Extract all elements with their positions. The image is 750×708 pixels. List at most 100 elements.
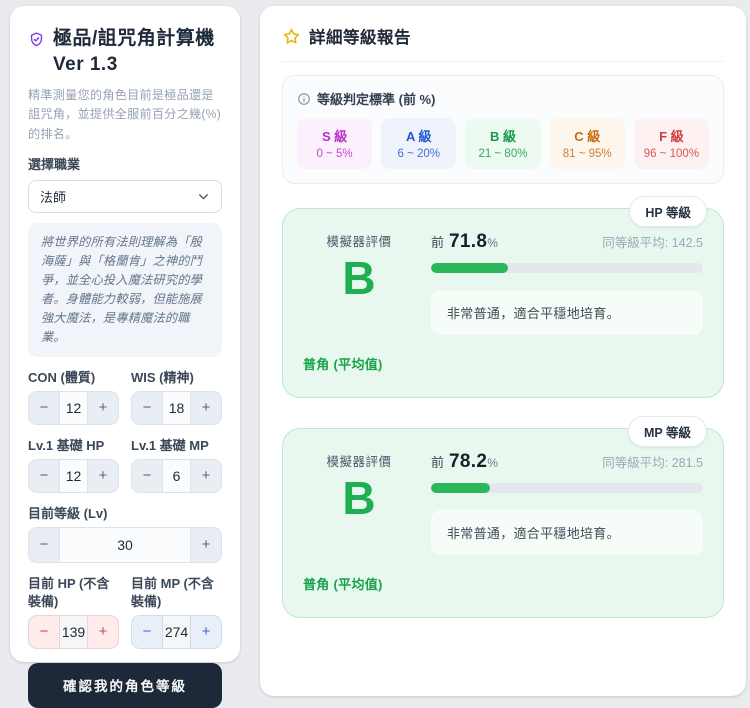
job-select-label: 選擇職業 [28, 156, 81, 172]
job-description: 將世界的所有法則理解為「殷海薩」與「格蘭肯」之神的鬥爭，並全心投入魔法研究的學者… [28, 222, 222, 357]
hp-progress-fill [431, 263, 508, 273]
mp-verdict: 普角 (平均值) [303, 577, 383, 592]
mp-progress-bar [431, 483, 703, 493]
current-mp-increment-button[interactable]: + [191, 615, 221, 648]
hp-message: 非常普通，適合平穩地培育。 [431, 290, 703, 335]
current-hp-label: 目前 HP (不含裝備) [28, 575, 110, 609]
con-decrement-button[interactable]: − [29, 391, 59, 424]
mp-percent-unit: % [487, 456, 498, 470]
hp-percent-value: 71.8 [449, 231, 488, 252]
hp-percent: 前 71.8% [431, 231, 498, 253]
hp-percent-unit: % [487, 236, 498, 250]
base-hp-decrement-button[interactable]: − [29, 459, 59, 492]
base-hp-increment-button[interactable]: + [88, 459, 118, 492]
level-label: 目前等級 (Lv) [28, 505, 108, 521]
grade-a-range: 6 ~ 20% [397, 148, 441, 160]
base-mp-field: Lv.1 基礎 MP − 6 + [131, 425, 222, 493]
current-hp-stepper: − 139 + [28, 614, 119, 649]
grade-legend: S 級 0 ~ 5% A 級 6 ~ 20% B 級 21 ~ 80% C 級 … [297, 118, 709, 169]
mp-peer-average: 同等級平均: 281.5 [602, 456, 703, 470]
hp-percent-prefix: 前 [431, 235, 445, 250]
base-hp-label: Lv.1 基礎 HP [28, 437, 105, 453]
wis-label: WIS (精神) [131, 369, 194, 385]
base-mp-stepper: − 6 + [131, 458, 222, 493]
current-mp-decrement-button[interactable]: − [132, 615, 162, 648]
base-mp-value[interactable]: 6 [163, 459, 190, 492]
level-stepper: − 30 + [28, 526, 222, 563]
level-increment-button[interactable]: + [191, 527, 221, 562]
app-description: 精準測量您的角色目前是極品還是詛咒角，並提供全服前百分之幾(%)的排名。 [28, 88, 221, 141]
criteria-title: 等級判定標準 (前 %) [317, 92, 436, 107]
report-title: 詳細等級報告 [309, 29, 411, 47]
report-panel: 詳細等級報告 等級判定標準 (前 %) S 級 0 ~ 5% A 級 6 ~ 2… [260, 6, 746, 696]
grade-badge-s: S 級 0 ~ 5% [297, 118, 373, 169]
grade-a-label: A 級 [406, 129, 432, 144]
mp-percent-value: 78.2 [449, 451, 488, 472]
hp-progress-bar [431, 263, 703, 273]
con-value[interactable]: 12 [60, 391, 87, 424]
app-title-line1: 極品/詛咒角計算機 [53, 28, 215, 49]
confirm-grade-button[interactable]: 確認我的角色等級 [28, 662, 222, 708]
chevron-down-icon [199, 194, 208, 200]
current-mp-stepper: − 274 + [131, 614, 222, 649]
grade-c-range: 81 ~ 95% [562, 148, 612, 160]
grade-b-label: B 級 [489, 129, 516, 144]
mp-percent-prefix: 前 [431, 455, 445, 470]
app-title-line2: Ver 1.3 [53, 54, 118, 75]
hp-verdict: 普角 (平均值) [303, 357, 383, 372]
grade-c-label: C 級 [574, 129, 601, 144]
grade-badge-b: B 級 21 ~ 80% [465, 118, 541, 169]
job-select-value: 法師 [40, 189, 67, 205]
criteria-title-row: 等級判定標準 (前 %) [297, 89, 709, 108]
hp-card-badge: HP 等級 [629, 196, 707, 227]
mp-message: 非常普通，適合平穩地培育。 [431, 510, 703, 555]
calculator-panel: 極品/詛咒角計算機 Ver 1.3 精準測量您的角色目前是極品還是詛咒角，並提供… [10, 6, 240, 708]
divider [282, 61, 724, 62]
mp-progress-fill [431, 483, 491, 493]
grade-f-range: 96 ~ 100% [643, 148, 700, 160]
mp-card-left: 模擬器評價 B 普角 (平均值) [303, 451, 415, 593]
level-decrement-button[interactable]: − [29, 527, 59, 562]
con-stepper: − 12 + [28, 390, 119, 425]
mp-card-badge: MP 等級 [628, 416, 707, 447]
current-hp-field: 目前 HP (不含裝備) − 139 + [28, 563, 119, 649]
mp-grade-letter: B [342, 472, 376, 524]
current-mp-label: 目前 MP (不含裝備) [131, 575, 214, 609]
hp-card-left: 模擬器評價 B 普角 (平均值) [303, 231, 415, 373]
wis-increment-button[interactable]: + [191, 391, 221, 424]
hp-grade-card: HP 等級 模擬器評價 B 普角 (平均值) 前 71.8% 同等級平均: 142… [282, 196, 724, 398]
current-hp-value[interactable]: 139 [60, 615, 87, 648]
con-increment-button[interactable]: + [88, 391, 118, 424]
level-field: 目前等級 (Lv) − 30 + [28, 505, 222, 563]
current-hp-decrement-button[interactable]: − [29, 615, 59, 648]
hp-card-right: 前 71.8% 同等級平均: 142.5 非常普通，適合平穩地培育。 [431, 231, 703, 373]
hp-eval-label: 模擬器評價 [326, 235, 392, 249]
wis-decrement-button[interactable]: − [132, 391, 162, 424]
grade-badge-f: F 級 96 ~ 100% [633, 118, 709, 169]
level-value[interactable]: 30 [60, 527, 190, 562]
current-mp-value[interactable]: 274 [163, 615, 190, 648]
grade-criteria-box: 等級判定標準 (前 %) S 級 0 ~ 5% A 級 6 ~ 20% B 級 … [282, 75, 724, 184]
grade-f-label: F 級 [659, 129, 684, 144]
base-hp-value[interactable]: 12 [60, 459, 87, 492]
wis-value[interactable]: 18 [163, 391, 190, 424]
mp-percent: 前 78.2% [431, 451, 498, 473]
base-mp-increment-button[interactable]: + [191, 459, 221, 492]
grade-s-label: S 級 [321, 129, 348, 144]
wis-stepper: − 18 + [131, 390, 222, 425]
current-hp-increment-button[interactable]: + [88, 615, 118, 648]
base-mp-decrement-button[interactable]: − [132, 459, 162, 492]
mp-grade-card: MP 等級 模擬器評價 B 普角 (平均值) 前 78.2% 同等級平均: 281… [282, 416, 724, 618]
job-select[interactable]: 法師 [28, 179, 222, 213]
base-hp-stepper: − 12 + [28, 458, 119, 493]
grade-s-range: 0 ~ 5% [316, 148, 353, 160]
con-field: CON (體質) − 12 + [28, 357, 119, 425]
hp-peer-average: 同等級平均: 142.5 [602, 236, 703, 250]
page-title: 極品/詛咒角計算機 Ver 1.3 [53, 26, 215, 78]
grade-badge-a: A 級 6 ~ 20% [381, 118, 457, 169]
con-label: CON (體質) [28, 369, 96, 385]
base-hp-field: Lv.1 基礎 HP − 12 + [28, 425, 119, 493]
info-icon [298, 92, 310, 105]
wis-field: WIS (精神) − 18 + [131, 357, 222, 425]
base-mp-label: Lv.1 基礎 MP [131, 437, 209, 453]
